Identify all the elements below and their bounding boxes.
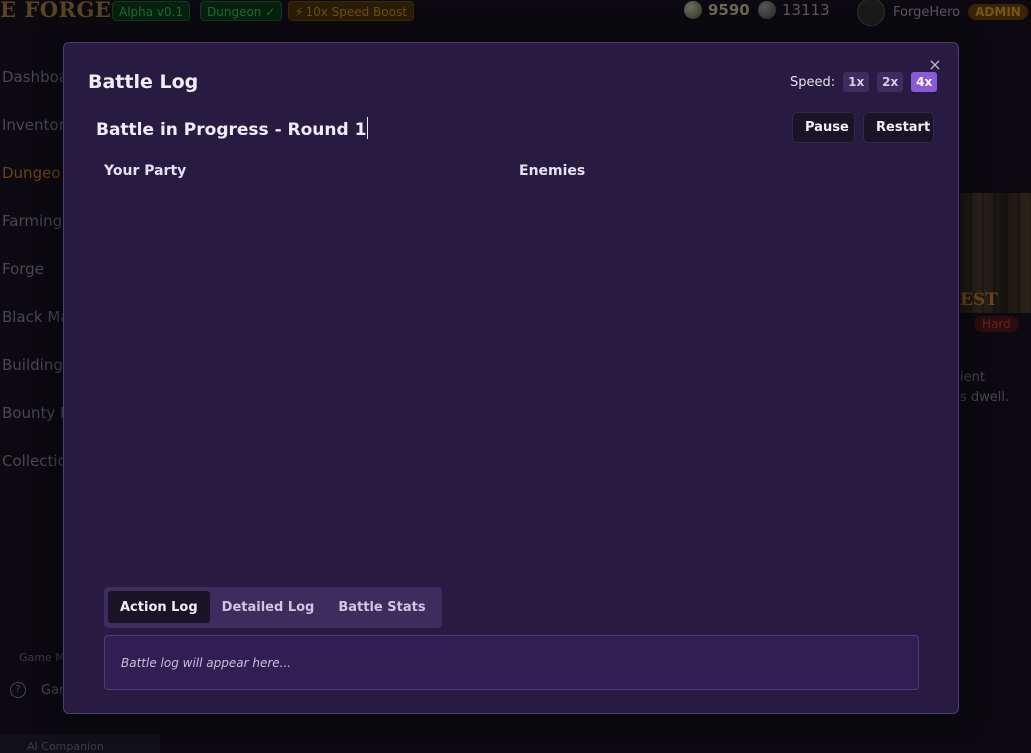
- close-icon[interactable]: ×: [928, 57, 942, 73]
- pause-button[interactable]: Pause: [792, 112, 855, 143]
- modal-title: Battle Log: [88, 71, 199, 93]
- battle-log-panel: Battle log will appear here...: [104, 635, 919, 690]
- enemies-heading: Enemies: [519, 163, 586, 179]
- log-placeholder: Battle log will appear here...: [121, 655, 292, 670]
- speed-selector: Speed: 1x 2x 4x: [790, 72, 938, 92]
- text-cursor: [367, 117, 369, 139]
- party-list: [104, 193, 504, 573]
- speed-1x-button[interactable]: 1x: [843, 72, 870, 92]
- speed-4x-button[interactable]: 4x: [911, 72, 938, 92]
- log-tabs: Action Log Detailed Log Battle Stats: [104, 587, 442, 628]
- speed-2x-button[interactable]: 2x: [877, 72, 904, 92]
- battle-log-modal: × Battle Log Speed: 1x 2x 4x Battle in P…: [63, 42, 959, 714]
- tab-battle-stats[interactable]: Battle Stats: [326, 591, 437, 623]
- speed-label: Speed:: [790, 74, 836, 90]
- battle-status-heading: Battle in Progress - Round 1: [96, 117, 369, 140]
- battle-status-text: Battle in Progress - Round 1: [96, 120, 367, 140]
- tab-action-log[interactable]: Action Log: [108, 591, 210, 623]
- restart-button[interactable]: Restart: [863, 112, 934, 143]
- enemy-list: [519, 193, 919, 573]
- tab-detailed-log[interactable]: Detailed Log: [210, 591, 327, 623]
- party-heading: Your Party: [104, 163, 187, 179]
